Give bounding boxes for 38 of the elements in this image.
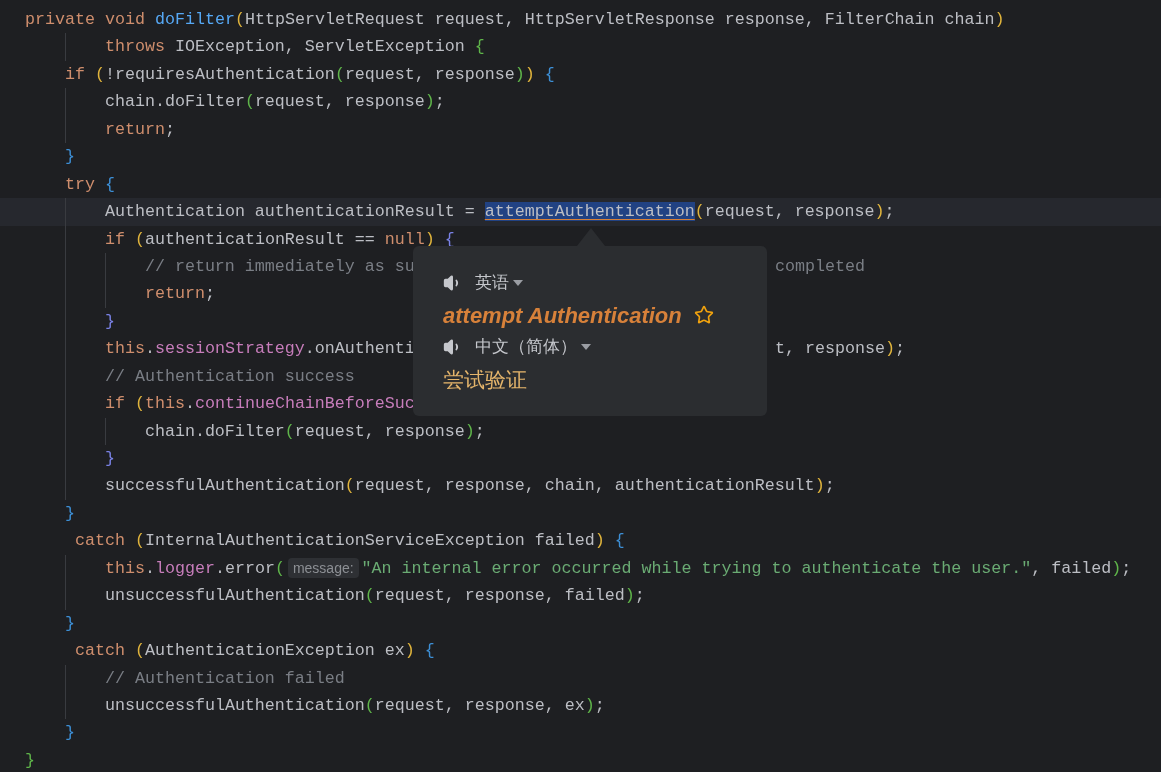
code-line: // Authentication failed [104,667,345,690]
code-line: completed [775,255,865,278]
code-line: } [64,612,75,635]
code-line: } [104,310,115,333]
code-line: } [64,722,75,745]
code-line: this.sessionStrategy.onAuthenti [104,338,415,361]
code-line: } [104,448,115,470]
code-line: catch (InternalAuthenticationServiceException failed) { [73,530,625,553]
code-line: try { [64,173,115,196]
code-line: unsuccessfulAuthentication(request, response, failed); [104,585,645,608]
code-line: unsuccessfulAuthentication(request, response, ex); [104,694,605,717]
code-line: // Authentication success [104,365,355,388]
code-line: } [64,502,75,525]
language-dropdown[interactable]: 英语 [475,270,523,296]
code-line: chain.doFilter(request, response); [104,91,445,114]
code-line: successfulAuthentication(request, response, chain, authenticationResult); [104,475,835,498]
code-line: } [25,749,35,772]
code-line: // return immediately as su [144,255,415,278]
caret-icon [581,344,591,350]
code-line: if (!requiresAuthentication(request, response)) { [64,63,555,86]
parameter-hint: message: [287,558,359,579]
caret-icon [513,280,523,286]
code-line: private void doFilter(HttpServletRequest request, HttpServletResponse response, FilterChain chain) [25,9,1005,31]
language-dropdown[interactable]: 中文（简体） [475,334,591,360]
translation-text: 尝试验证 [443,367,528,393]
code-line: t, response); [775,338,905,361]
star-icon[interactable] [693,305,714,325]
code-line: catch (AuthenticationException ex) { [73,640,435,663]
source-text: attempt Authentication [443,301,682,330]
code-line: Authentication authenticationResult = attemptAuthentication(request, response); [104,201,895,224]
code-line: chain.doFilter(request, response); [144,420,485,443]
code-line: this.logger.error( [104,557,285,580]
code-line: return; [144,283,215,306]
code-line: } [64,146,75,169]
code-line: return; [104,118,175,141]
code-line: throws IOException, ServletException { [104,36,485,59]
code-line: if (this.continueChainBeforeSuc [104,393,415,416]
code-line: "An internal error occurred while trying to authenticate the user.", failed); [361,557,1132,580]
